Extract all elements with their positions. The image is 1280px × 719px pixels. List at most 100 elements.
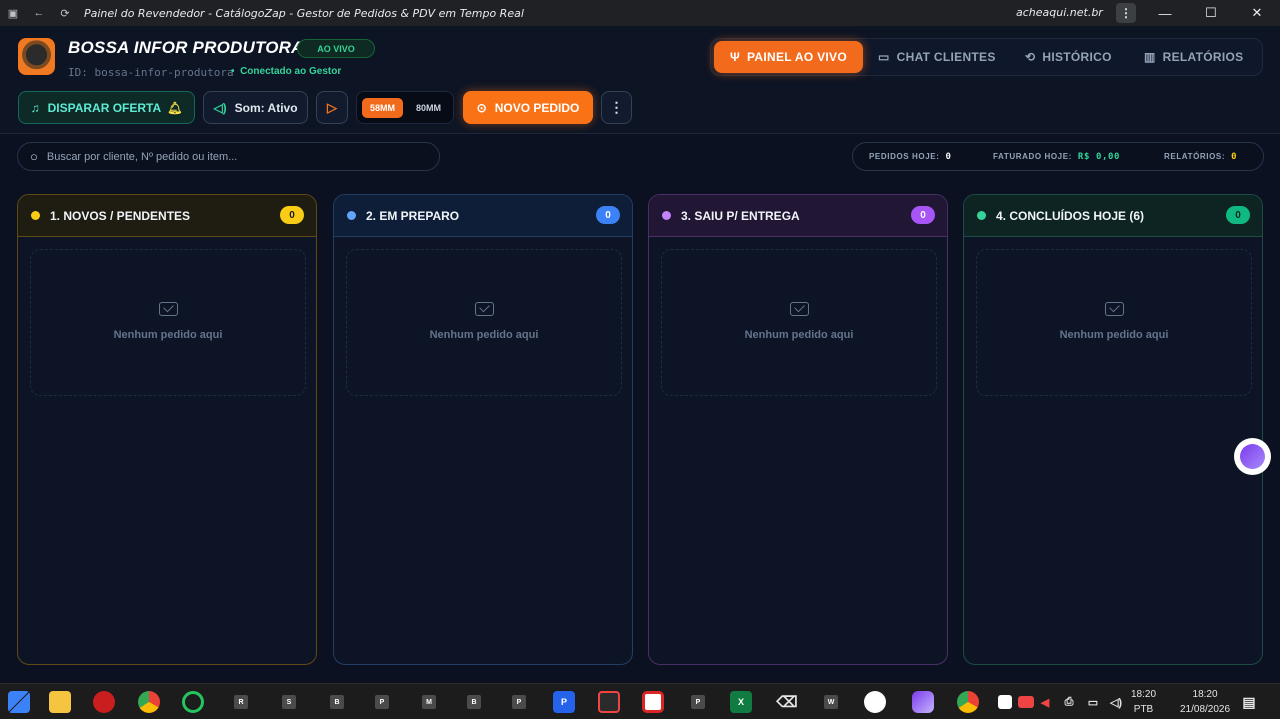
column-out-for-delivery: 3. SAIU P/ ENTREGA 0 Nenhum pedido aqui bbox=[648, 194, 948, 665]
main-nav: Ψ PAINEL AO VIVO ▭ CHAT CLIENTES ⟲ HISTÓ… bbox=[710, 38, 1263, 76]
search-input[interactable] bbox=[46, 150, 427, 163]
inbox-icon bbox=[158, 302, 178, 316]
chat-icon: ▭ bbox=[878, 50, 890, 64]
reload-icon[interactable]: ⟳ bbox=[52, 0, 78, 26]
tab-live-panel[interactable]: Ψ PAINEL AO VIVO bbox=[714, 41, 863, 73]
inbox-icon bbox=[789, 302, 809, 316]
app-b2-icon[interactable]: B bbox=[467, 695, 481, 709]
store-id: ID: bossa-infor-produtora bbox=[68, 66, 234, 79]
app-b-icon[interactable]: B bbox=[330, 695, 344, 709]
app-m-icon[interactable]: M bbox=[422, 695, 436, 709]
tray-clock[interactable]: 18:20 21/08/2026 bbox=[1180, 687, 1230, 717]
orders-today-label: PEDIDOS HOJE: bbox=[869, 152, 940, 161]
os-taskbar: R S B P M B P P P X ⌫ W ◀ ⎙ ▭ ◁) 18:20 P… bbox=[0, 683, 1280, 719]
revenue-today-stat: FATURADO HOJE: R$ 0,00 bbox=[993, 152, 1120, 162]
assistant-icon bbox=[1240, 444, 1265, 469]
app-menu-icon[interactable]: ▣ bbox=[0, 0, 26, 26]
floating-assistant-button[interactable] bbox=[1234, 438, 1271, 475]
column-header: 3. SAIU P/ ENTREGA 0 bbox=[649, 195, 947, 237]
tab-reports[interactable]: ▥ RELATÓRIOS bbox=[1144, 41, 1243, 73]
store-logo bbox=[18, 38, 55, 75]
app-p-icon[interactable]: P bbox=[375, 695, 389, 709]
new-order-button[interactable]: ⊙ NOVO PEDIDO bbox=[463, 91, 593, 124]
tab-live-panel-label: PAINEL AO VIVO bbox=[747, 50, 847, 64]
minimize-button[interactable]: — bbox=[1142, 0, 1188, 26]
live-badge: AO VIVO bbox=[297, 39, 375, 58]
app-red-icon[interactable] bbox=[642, 691, 664, 713]
column-header: 1. NOVOS / PENDENTES 0 bbox=[18, 195, 316, 237]
paper-58mm-option[interactable]: 58MM bbox=[362, 98, 403, 118]
reports-value: 0 bbox=[1231, 152, 1238, 162]
brand-name: BOSSA INFOR PRODUTORA bbox=[68, 38, 304, 57]
trash-icon[interactable]: ⌫ bbox=[776, 691, 798, 713]
speaker-icon: ◁) bbox=[213, 100, 227, 115]
column-count-badge: 0 bbox=[1226, 206, 1250, 224]
tray-app-icon[interactable] bbox=[998, 695, 1012, 709]
opera-icon[interactable] bbox=[182, 691, 204, 713]
empty-state: Nenhum pedido aqui bbox=[661, 249, 937, 396]
recorder-icon[interactable] bbox=[598, 691, 620, 713]
notifications-icon[interactable]: ▤ bbox=[1238, 691, 1260, 713]
file-explorer-icon[interactable] bbox=[49, 691, 71, 713]
orders-today-value: 0 bbox=[945, 152, 952, 162]
plus-circle-icon: ⊙ bbox=[476, 100, 487, 115]
chrome-icon[interactable] bbox=[138, 691, 160, 713]
tab-chat[interactable]: ▭ CHAT CLIENTES bbox=[878, 41, 996, 73]
usb-icon[interactable]: ⎙ bbox=[1062, 694, 1076, 710]
whatsapp-icon[interactable] bbox=[864, 691, 886, 713]
tray-time-small: 18:20 bbox=[1131, 689, 1157, 700]
network-icon[interactable]: ▭ bbox=[1086, 694, 1100, 710]
window-title: Painel do Revendedor - CatálogoZap - Ges… bbox=[84, 6, 524, 20]
orders-today-stat: PEDIDOS HOJE: 0 bbox=[869, 152, 952, 162]
bell-icon: 🔔︎ bbox=[167, 100, 183, 115]
revenue-today-label: FATURADO HOJE: bbox=[993, 152, 1072, 161]
window-domain: acheaqui.net.br bbox=[1016, 6, 1103, 19]
sound-toggle-label: Som: Ativo bbox=[234, 100, 298, 115]
excel-icon[interactable]: X bbox=[730, 691, 752, 713]
column-count-badge: 0 bbox=[911, 206, 935, 224]
app-w-icon[interactable]: W bbox=[824, 695, 838, 709]
tray-arrow-icon[interactable]: ◀ bbox=[1040, 696, 1050, 709]
close-button[interactable]: ✕ bbox=[1234, 0, 1280, 26]
column-title: 2. EM PREPARO bbox=[366, 208, 460, 223]
status-dot bbox=[662, 211, 671, 220]
tab-reports-label: RELATÓRIOS bbox=[1162, 50, 1244, 64]
app-header: BOSSA INFOR PRODUTORA AO VIVO ID: bossa-… bbox=[0, 26, 1280, 134]
play-sound-button[interactable]: ▷ bbox=[316, 91, 348, 124]
tray-time-lang[interactable]: 18:20 PTB bbox=[1131, 687, 1156, 717]
pdf-app-icon[interactable]: P bbox=[553, 691, 575, 713]
empty-text: Nenhum pedido aqui bbox=[1059, 329, 1169, 341]
maximize-button[interactable]: ☐ bbox=[1188, 0, 1234, 26]
more-options-button[interactable]: ⋮ bbox=[601, 91, 632, 124]
app-p2-icon[interactable]: P bbox=[512, 695, 526, 709]
tray-clock-time: 18:20 bbox=[1192, 689, 1218, 700]
empty-text: Nenhum pedido aqui bbox=[744, 329, 854, 341]
column-count-badge: 0 bbox=[280, 206, 304, 224]
column-count-badge: 0 bbox=[596, 206, 620, 224]
tray-record-icon[interactable] bbox=[1018, 696, 1034, 708]
purple-app-icon[interactable] bbox=[912, 691, 934, 713]
back-arrow-icon[interactable]: ← bbox=[26, 0, 52, 26]
empty-state: Nenhum pedido aqui bbox=[346, 249, 622, 396]
sound-toggle-button[interactable]: ◁) Som: Ativo bbox=[203, 91, 308, 124]
reports-stat: RELATÓRIOS: 0 bbox=[1164, 152, 1237, 162]
volume-icon[interactable]: ◁) bbox=[1107, 694, 1125, 710]
trigger-offer-button[interactable]: ♫ DISPARAR OFERTA 🔔︎ bbox=[18, 91, 195, 124]
kebab-menu-icon[interactable]: ⋮ bbox=[1116, 3, 1136, 23]
daily-stats: PEDIDOS HOJE: 0 FATURADO HOJE: R$ 0,00 REL… bbox=[852, 142, 1264, 171]
bar-chart-icon: ▥ bbox=[1144, 50, 1156, 64]
column-completed: 4. CONCLUÍDOS HOJE (6) 0 Nenhum pedido a… bbox=[963, 194, 1263, 665]
chrome-active-icon[interactable] bbox=[957, 691, 979, 713]
empty-text: Nenhum pedido aqui bbox=[429, 329, 539, 341]
tab-history[interactable]: ⟲ HISTÓRICO bbox=[1025, 41, 1112, 73]
app-r-icon[interactable]: R bbox=[234, 695, 248, 709]
app-p3-icon[interactable]: P bbox=[691, 695, 705, 709]
column-header: 2. EM PREPARO 0 bbox=[334, 195, 632, 237]
app-s-icon[interactable]: S bbox=[282, 695, 296, 709]
connection-text: Conectado ao Gestor bbox=[240, 66, 342, 77]
search-icon: ○ bbox=[30, 149, 38, 164]
status-dot bbox=[347, 211, 356, 220]
app-icon[interactable] bbox=[93, 691, 115, 713]
paper-80mm-option[interactable]: 80MM bbox=[408, 98, 449, 118]
windows-start-icon[interactable] bbox=[8, 691, 30, 713]
